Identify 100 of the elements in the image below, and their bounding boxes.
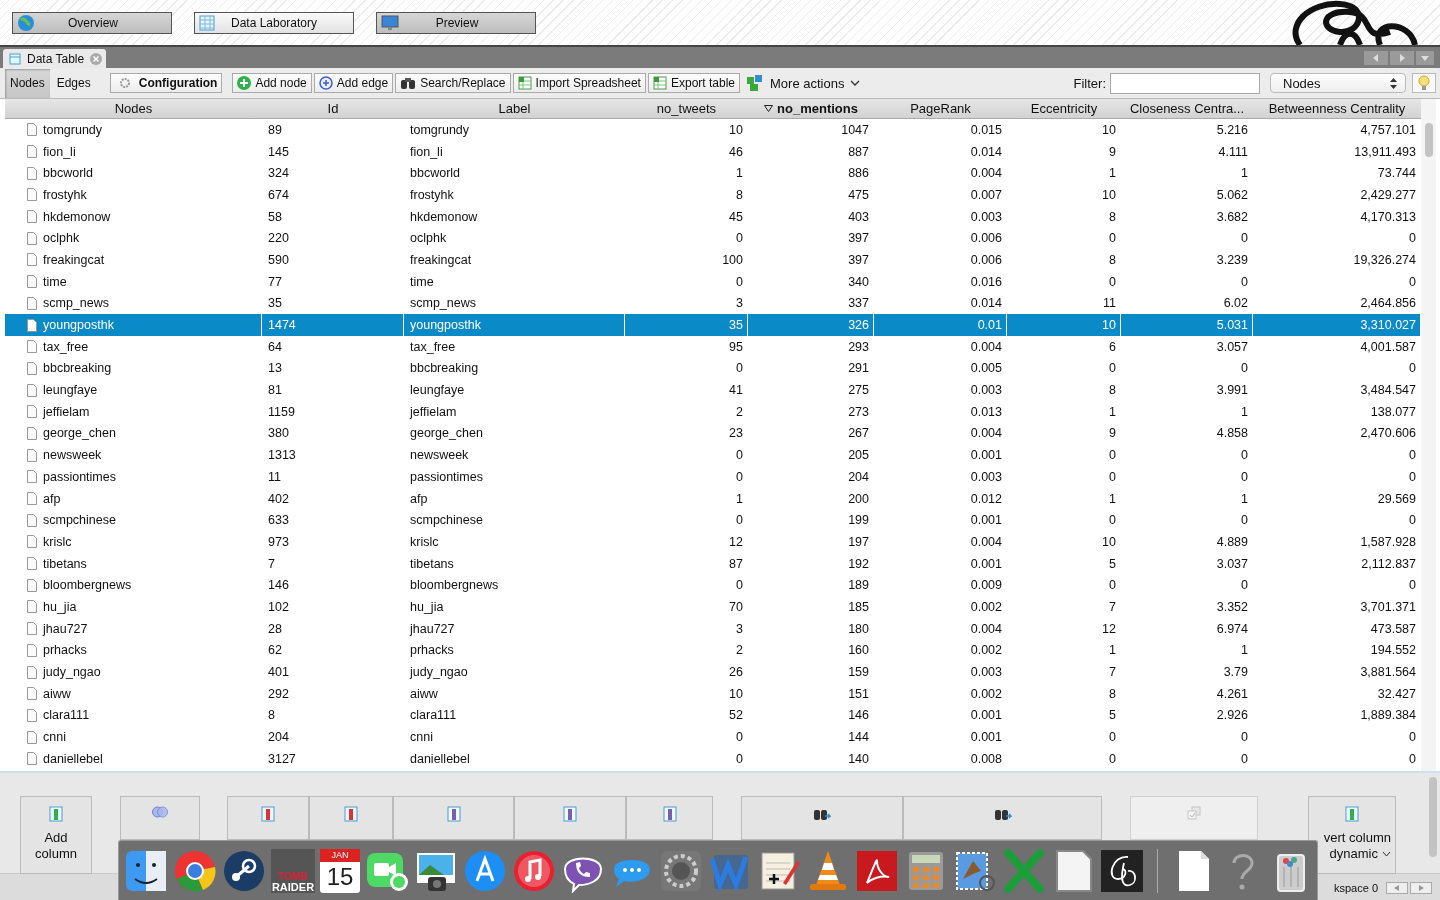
table-row[interactable]: tax_free 64 tax_free 95 293 0.004 6 3.057 4,001.587 bbox=[5, 335, 1421, 358]
column-header[interactable]: Nodes bbox=[5, 99, 262, 118]
table-cell-text: 7 bbox=[1108, 598, 1117, 616]
column-action-button[interactable]: vert column dynamic bbox=[1308, 796, 1396, 874]
column-header[interactable]: Betweenness Centrality bbox=[1253, 99, 1421, 118]
table-row[interactable]: newsweek 1313 newsweek 0 205 0.001 0 0 0 bbox=[5, 444, 1421, 466]
column-header[interactable]: no_mentions bbox=[748, 99, 874, 118]
table-row[interactable]: hkdemonow 58 hkdemonow 45 403 0.003 8 3.682 4,170.313 bbox=[5, 205, 1421, 228]
table-row[interactable]: leungfaye 81 leungfaye 41 275 0.003 8 3.991 3,484.547 bbox=[5, 379, 1421, 401]
hint-button[interactable] bbox=[1412, 73, 1436, 93]
toolbar-button[interactable]: Search/Replace bbox=[395, 73, 511, 93]
column-icon bbox=[261, 806, 275, 822]
more-actions-button[interactable]: More actions bbox=[742, 74, 865, 92]
column-header[interactable]: PageRank bbox=[874, 99, 1007, 118]
configuration-button[interactable]: Configuration bbox=[109, 73, 223, 93]
note-app-icon[interactable] bbox=[512, 848, 556, 893]
face-app-icon[interactable] bbox=[124, 848, 168, 893]
table-row[interactable]: jhau727 28 jhau727 3 180 0.004 12 6.974 473.587 bbox=[5, 617, 1421, 640]
table-row[interactable]: judy_ngao 401 judy_ngao 26 159 0.003 7 3.79 3,881.564 bbox=[5, 661, 1421, 683]
table-cell-text: 0.007 bbox=[969, 186, 1003, 204]
table-row[interactable]: hu_jia 102 hu_jia 70 185 0.002 7 3.352 3,701.371 bbox=[5, 596, 1421, 618]
table-row[interactable]: youngposthk 1474 youngposthk 35 326 0.01 10 5.031 3,310.027 bbox=[5, 314, 1421, 336]
column-header[interactable]: Id bbox=[262, 99, 404, 118]
column-icon bbox=[446, 806, 461, 822]
column-action-button[interactable]: Add column bbox=[20, 796, 92, 874]
table-cell-text: 0 bbox=[1240, 447, 1249, 465]
table-row[interactable]: clara111 8 clara111 52 146 0.001 5 2.926 1,889.384 bbox=[5, 704, 1421, 727]
scrollbar-thumb[interactable] bbox=[1424, 123, 1433, 157]
table-cell-text: 9 bbox=[1108, 143, 1117, 161]
table-row[interactable]: fion_li 145 fion_li 46 887 0.014 9 4.111 13,911.493 bbox=[5, 140, 1421, 163]
table-row[interactable]: krislc 973 krislc 12 197 0.004 10 4.889 1,587.928 bbox=[5, 531, 1421, 553]
scrollbar-thumb[interactable] bbox=[1428, 777, 1437, 857]
table-cell-text: 590 bbox=[267, 251, 290, 269]
table-row[interactable]: bbcbreaking 13 bbcbreaking 0 291 0.005 0 0 0 bbox=[5, 357, 1421, 380]
table-cell-text: 973 bbox=[267, 533, 290, 551]
table-cell-text: clara111 bbox=[409, 707, 458, 725]
toolbar-button[interactable]: Export table bbox=[647, 73, 740, 93]
table-cell-text: 87 bbox=[728, 555, 744, 573]
table-row[interactable]: jeffielam 1159 jeffielam 2 273 0.013 1 1 138.077 bbox=[5, 400, 1421, 423]
pdf-app-icon[interactable] bbox=[855, 848, 899, 893]
perspective-button[interactable]: Overview bbox=[12, 12, 172, 34]
table-row[interactable]: tibetans 7 tibetans 87 192 0.001 5 3.037 2,112.837 bbox=[5, 552, 1421, 575]
game-app-icon[interactable]: TOMB RAIDER bbox=[271, 848, 315, 893]
table-row[interactable]: cnni 204 cnni 0 144 0.001 0 0 0 bbox=[5, 726, 1421, 748]
column-header[interactable]: Label bbox=[404, 99, 625, 118]
table-row[interactable]: prhacks 62 prhacks 2 160 0.002 1 1 194.552 bbox=[5, 639, 1421, 662]
toolbar-button[interactable]: Add edge bbox=[313, 73, 394, 93]
table-row[interactable]: tomgrundy 89 tomgrundy 10 1047 0.015 10 5.216 4,757.101 bbox=[5, 119, 1421, 141]
perspective-button[interactable]: Preview bbox=[376, 12, 536, 34]
panel-tab[interactable]: Data Table bbox=[3, 49, 107, 68]
document-icon bbox=[27, 665, 37, 679]
table-cell-text: 8 bbox=[1108, 685, 1117, 703]
table-row[interactable]: scmp_news 35 scmp_news 3 337 0.014 11 6.02 2,464.856 bbox=[5, 292, 1421, 315]
toolbar-button[interactable]: Import Spreadsheet bbox=[512, 73, 646, 93]
browser-app-icon[interactable] bbox=[173, 848, 217, 893]
table-cell: aiww bbox=[5, 682, 262, 705]
close-icon[interactable] bbox=[90, 52, 103, 65]
column-header[interactable]: no_tweets bbox=[625, 99, 748, 118]
table-row[interactable]: passiontimes 11 passiontimes 0 204 0.003 0 0 0 bbox=[5, 466, 1421, 488]
table-cell-text: 5 bbox=[1108, 707, 1117, 725]
table-select[interactable]: Nodes bbox=[1270, 73, 1406, 93]
wheel-app-icon[interactable] bbox=[222, 848, 266, 893]
table-cell-text: 3,484.547 bbox=[1359, 382, 1417, 400]
table-row[interactable]: bloombergnews 146 bloombergnews 0 189 0.009 0 0 0 bbox=[5, 574, 1421, 597]
table-row[interactable]: freakingcat 590 freakingcat 100 397 0.006 8 3.239 19,326.274 bbox=[5, 249, 1421, 271]
table-cell-text: 0 bbox=[1108, 360, 1117, 378]
column-header[interactable]: Eccentricity bbox=[1007, 99, 1121, 118]
gear-app-icon[interactable] bbox=[659, 848, 703, 893]
table-cell-text: 0.014 bbox=[969, 295, 1003, 313]
column-action-button[interactable] bbox=[309, 796, 393, 840]
script-app-icon[interactable] bbox=[1100, 848, 1144, 893]
workspace-label: kspace 0 bbox=[1333, 881, 1378, 894]
dropdown-icon[interactable] bbox=[1416, 50, 1434, 65]
column-header[interactable]: Closeness Centra... bbox=[1121, 99, 1253, 118]
calendar-app-icon[interactable]: JAN 15 bbox=[320, 848, 360, 893]
filter-field[interactable] bbox=[1110, 72, 1260, 94]
table-cell-text: aiww bbox=[409, 685, 439, 703]
table-row[interactable]: daniellebel 3127 daniellebel 0 140 0.008 0 0 0 bbox=[5, 747, 1421, 770]
perspective-button[interactable]: Data Laboratory bbox=[194, 12, 354, 34]
table-row[interactable]: scmpchinese 633 scmpchinese 0 199 0.001 0 0 0 bbox=[5, 509, 1421, 532]
table-cell-text: 58 bbox=[267, 208, 283, 226]
table-row[interactable]: afp 402 afp 1 200 0.012 1 1 29.569 bbox=[5, 487, 1421, 510]
table-cell-text: time bbox=[409, 273, 435, 291]
table-row[interactable]: aiww 292 aiww 10 151 0.002 8 4.261 32.427 bbox=[5, 682, 1421, 705]
table-cell-text: 886 bbox=[847, 165, 870, 183]
table-row[interactable]: bbcworld 324 bbcworld 1 886 0.004 1 1 73.744 bbox=[5, 162, 1421, 185]
document-icon bbox=[27, 557, 37, 571]
view-tab[interactable]: Nodes bbox=[5, 68, 50, 98]
compass-app-icon[interactable] bbox=[463, 848, 507, 893]
table-cell-text: 633 bbox=[267, 512, 290, 530]
table-cell-text: 200 bbox=[847, 490, 870, 508]
table-row[interactable]: time 77 time 0 340 0.016 0 0 0 bbox=[5, 270, 1421, 293]
column-action-button[interactable] bbox=[227, 796, 309, 840]
table-row[interactable]: george_chen 380 george_chen 23 267 0.004 9 4.858 2,470.606 bbox=[5, 422, 1421, 445]
table-row[interactable]: oclphk 220 oclphk 0 397 0.006 0 0 0 bbox=[5, 227, 1421, 250]
toolbar-button[interactable]: Add node bbox=[232, 73, 312, 93]
view-tab[interactable]: Edges bbox=[51, 68, 96, 98]
table-row[interactable]: frostyhk 674 frostyhk 8 475 0.007 10 5.062 2,429.277 bbox=[5, 184, 1421, 206]
checkbox-stack-icon bbox=[1187, 806, 1201, 820]
table-cell-text: 0.003 bbox=[969, 664, 1003, 682]
